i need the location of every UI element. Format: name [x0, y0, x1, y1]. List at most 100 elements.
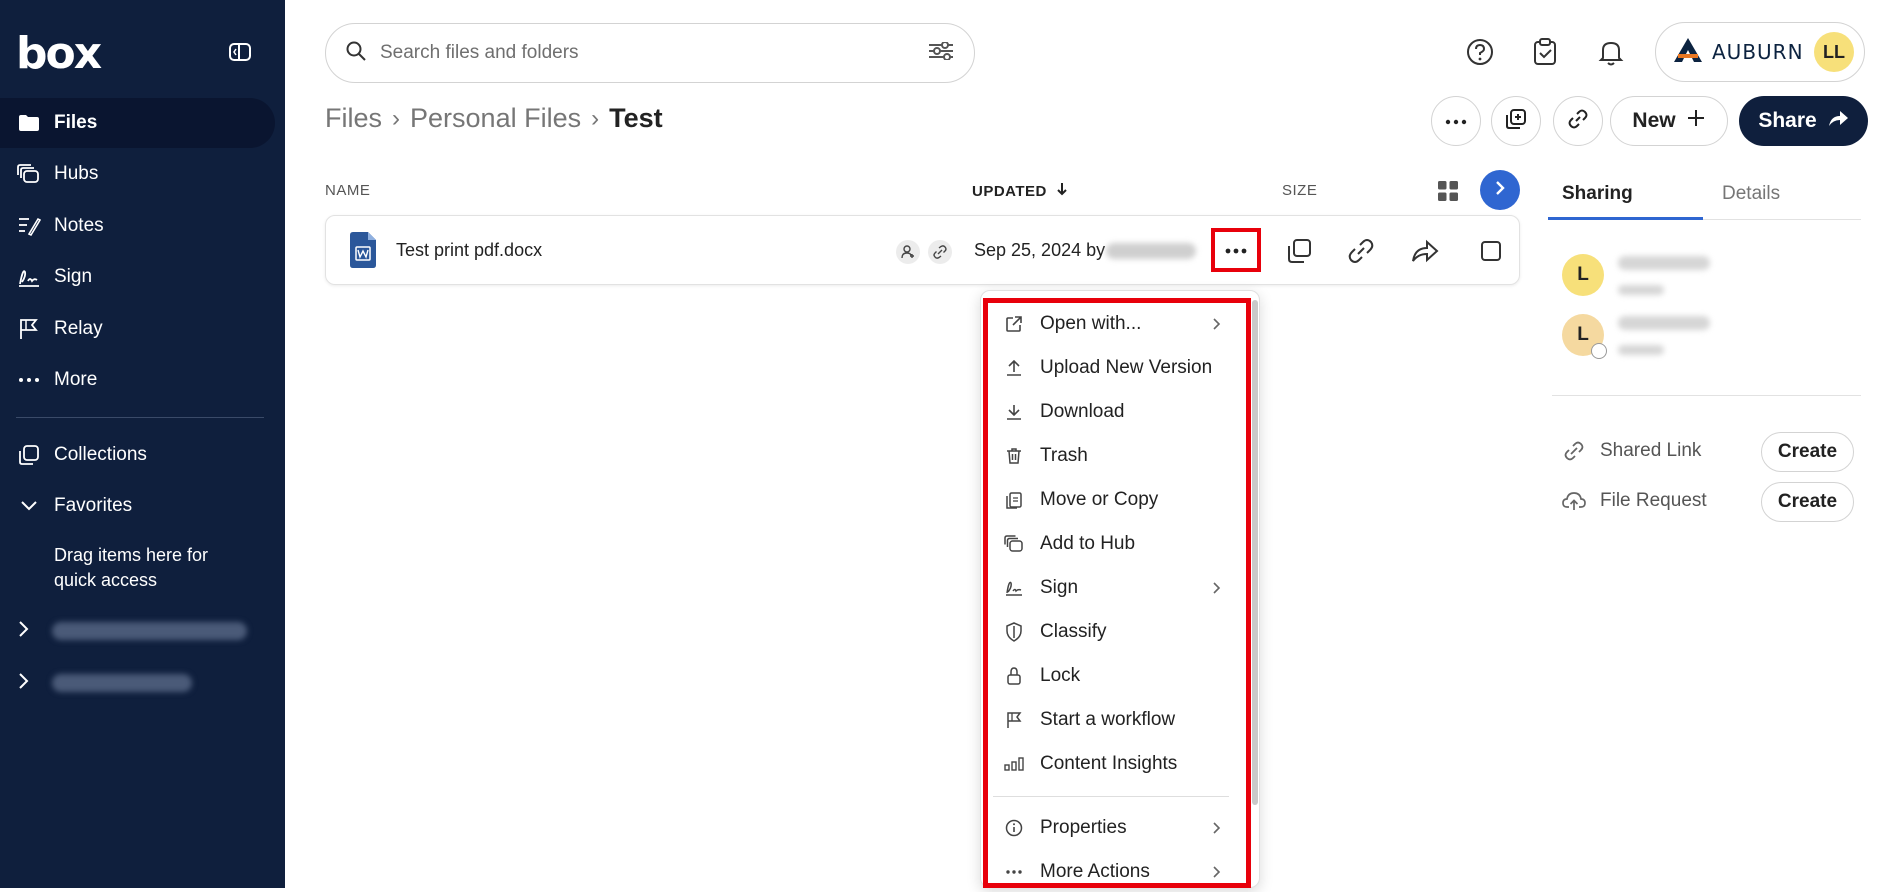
menu-item-trash[interactable]: Trash	[1000, 436, 1235, 476]
sidebar-item-hubs[interactable]: Hubs	[0, 149, 275, 199]
panel-divider	[1552, 395, 1861, 396]
shared-link-badge-icon	[928, 240, 952, 264]
avatar-initial: L	[1577, 264, 1589, 285]
notes-icon	[16, 214, 42, 238]
word-document-icon	[348, 231, 378, 269]
chevron-right-icon[interactable]	[18, 672, 38, 692]
column-header-size[interactable]: SIZE	[1282, 182, 1317, 199]
sidebar-item-favorites[interactable]: Favorites	[0, 481, 275, 531]
share-arrow-icon[interactable]	[1410, 236, 1440, 266]
breadcrumb-personal-files[interactable]: Personal Files	[410, 103, 581, 134]
breadcrumb-files[interactable]: Files	[325, 103, 382, 134]
notifications-bell-icon[interactable]	[1595, 36, 1627, 68]
create-shared-link-button[interactable]: Create	[1761, 432, 1854, 472]
sidebar-item-files[interactable]: Files	[0, 98, 275, 148]
menu-item-start-a-workflow[interactable]: Start a workflow	[1000, 700, 1235, 740]
collaborator-avatar[interactable]: L	[1562, 254, 1604, 296]
more-dots-icon	[16, 368, 42, 392]
help-icon[interactable]	[1464, 36, 1496, 68]
menu-item-add-to-hub[interactable]: Add to Hub	[1000, 524, 1235, 564]
favorites-hint: Drag items here for quick access	[54, 545, 209, 590]
relay-flag-icon	[16, 317, 42, 341]
hubs-icon	[16, 162, 42, 186]
tab-sharing[interactable]: Sharing	[1562, 183, 1633, 205]
owner-badge-icon	[1591, 343, 1607, 359]
sidebar-item-sign[interactable]: Sign	[0, 252, 275, 302]
menu-item-label: Upload New Version	[1040, 357, 1213, 378]
blurred-owner-name	[1106, 243, 1196, 259]
copy-collection-button[interactable]	[1491, 96, 1541, 146]
blurred-favorite-item[interactable]	[52, 622, 247, 640]
sidebar-item-label: Files	[54, 112, 98, 133]
menu-item-content-insights[interactable]: Content Insights	[1000, 744, 1235, 784]
menu-item-label: Start a workflow	[1040, 709, 1176, 730]
menu-item-label: Content Insights	[1040, 753, 1178, 774]
chevron-right-icon[interactable]	[18, 620, 38, 640]
toggle-sidebar-panel-button[interactable]	[1480, 170, 1520, 210]
column-header-name[interactable]: NAME	[325, 182, 370, 199]
menu-item-classify[interactable]: Classify	[1000, 612, 1235, 652]
lock-icon	[1002, 664, 1026, 688]
create-file-request-button[interactable]: Create	[1761, 482, 1854, 522]
blurred-collaborator-name	[1618, 316, 1710, 330]
sidebar-collapse-icon[interactable]	[228, 42, 252, 62]
blurred-collaborator-role	[1618, 285, 1664, 295]
menu-item-open-with[interactable]: Open with...	[1000, 304, 1235, 344]
chevron-right-icon	[1209, 578, 1225, 598]
sidebar-item-collections[interactable]: Collections	[0, 430, 275, 480]
sign-icon	[1002, 576, 1026, 600]
new-button[interactable]: New	[1610, 96, 1728, 146]
tab-details[interactable]: Details	[1722, 183, 1780, 205]
menu-scrollbar[interactable]	[1252, 300, 1258, 805]
sidebar-item-label: Favorites	[54, 495, 133, 516]
chevron-right-icon: ›	[591, 104, 600, 132]
menu-item-lock[interactable]: Lock	[1000, 656, 1235, 696]
hubs-icon	[1002, 532, 1026, 556]
link-icon[interactable]	[1346, 236, 1376, 266]
file-request-row: File Request	[1562, 489, 1707, 513]
search-placeholder: Search files and folders	[380, 42, 579, 63]
sidebar-item-label: Collections	[54, 444, 147, 465]
menu-item-more-actions[interactable]: More Actions	[1000, 852, 1235, 892]
menu-item-download[interactable]: Download	[1000, 392, 1235, 432]
menu-item-move-or-copy[interactable]: Move or Copy	[1000, 480, 1235, 520]
tasks-clipboard-icon[interactable]	[1529, 36, 1561, 68]
account-menu[interactable]: AUBURN LL	[1655, 22, 1865, 82]
collections-icon	[16, 443, 42, 467]
organization-name: AUBURN	[1712, 40, 1804, 64]
select-checkbox[interactable]	[1476, 236, 1506, 266]
menu-item-label: Download	[1040, 401, 1125, 422]
move-copy-icon	[1002, 488, 1026, 512]
sidebar-item-more[interactable]: More	[0, 355, 275, 405]
box-logo[interactable]: box	[16, 28, 102, 79]
share-button[interactable]: Share	[1739, 96, 1868, 146]
menu-item-label: Lock	[1040, 665, 1081, 686]
filter-sliders-icon[interactable]	[928, 40, 954, 65]
file-name[interactable]: Test print pdf.docx	[396, 240, 542, 261]
shared-link-row: Shared Link	[1562, 439, 1701, 463]
sidebar-item-notes[interactable]: Notes	[0, 201, 275, 251]
copy-link-button[interactable]	[1553, 96, 1603, 146]
more-options-button[interactable]	[1211, 228, 1261, 272]
menu-item-properties[interactable]: Properties	[1000, 808, 1235, 848]
more-options-button[interactable]	[1431, 96, 1481, 146]
menu-item-sign[interactable]: Sign	[1000, 568, 1235, 608]
search-input[interactable]: Search files and folders	[325, 23, 975, 83]
blurred-favorite-item[interactable]	[52, 674, 192, 692]
column-header-updated[interactable]: UPDATED	[972, 182, 1068, 200]
sidebar-item-relay[interactable]: Relay	[0, 304, 275, 354]
folder-icon	[16, 111, 42, 135]
grid-view-icon[interactable]	[1437, 180, 1459, 202]
more-dots-icon	[1224, 241, 1248, 259]
copy-icon[interactable]	[1284, 236, 1314, 266]
avatar-initial: L	[1577, 324, 1589, 345]
menu-item-label: Add to Hub	[1040, 533, 1136, 554]
menu-item-label: Properties	[1040, 817, 1127, 838]
table-row[interactable]: Test print pdf.docx Sep 25, 2024 by	[325, 215, 1520, 285]
menu-item-upload-new-version[interactable]: Upload New Version	[1000, 348, 1235, 388]
new-label: New	[1632, 109, 1676, 132]
download-icon	[1002, 400, 1026, 424]
shared-link-label: Shared Link	[1600, 440, 1702, 461]
collaborator-avatar[interactable]: L	[1562, 314, 1607, 359]
info-icon	[1002, 816, 1026, 840]
